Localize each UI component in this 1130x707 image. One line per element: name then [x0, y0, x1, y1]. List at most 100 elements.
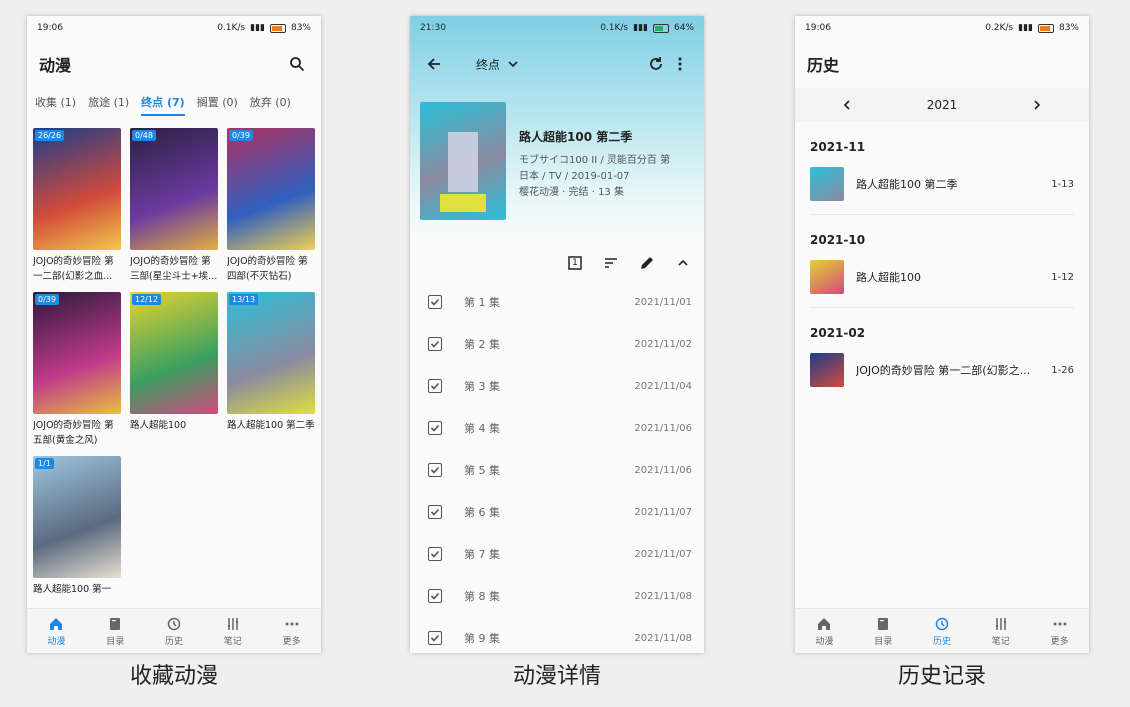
nav-item[interactable]: 目录 — [86, 609, 145, 653]
checkbox[interactable] — [428, 463, 442, 477]
history-group: 2021-11 路人超能100 第二季 1-13 — [795, 122, 1089, 215]
episode-date: 2021/11/06 — [634, 464, 692, 476]
anime-card[interactable]: 1/1 路人超能100 第一 — [33, 456, 121, 614]
anime-title: 路人超能100 第二季 — [519, 130, 633, 144]
nav-label: 动漫 — [47, 636, 66, 647]
nav-item[interactable]: 更多 — [1030, 609, 1089, 653]
status-dropdown-label: 终点 — [476, 57, 501, 72]
anime-card[interactable]: 26/26 JOJO的奇妙冒险 第一二部(幻影之血... — [33, 128, 121, 286]
home-icon — [48, 616, 64, 632]
episode-row[interactable]: 第 4 集 2021/11/06 — [410, 407, 704, 449]
episode-row[interactable]: 第 3 集 2021/11/04 — [410, 365, 704, 407]
anime-card[interactable]: 12/12 路人超能100 — [130, 292, 218, 450]
nav-label: 笔记 — [223, 636, 242, 647]
anime-card[interactable]: 0/39 JOJO的奇妙冒险 第五部(黄金之风) — [33, 292, 121, 450]
nav-item[interactable]: 动漫 — [795, 609, 854, 653]
refresh-icon[interactable] — [644, 52, 668, 76]
episode-title: 第 7 集 — [464, 548, 500, 561]
nav-item[interactable]: 动漫 — [27, 609, 86, 653]
tab-status[interactable]: 放弃 (0) — [250, 90, 291, 114]
nav-item[interactable]: 笔记 — [203, 609, 262, 653]
page-number-icon[interactable]: 1 — [564, 252, 586, 274]
checkbox[interactable] — [428, 295, 442, 309]
checkbox[interactable] — [428, 337, 442, 351]
tab-status[interactable]: 旅途 (1) — [88, 90, 129, 114]
anime-card[interactable]: 0/39 JOJO的奇妙冒险 第四部(不灭钻石) — [227, 128, 315, 286]
checkbox[interactable] — [428, 379, 442, 393]
check-icon — [430, 340, 440, 348]
history-item[interactable]: JOJO的奇妙冒险 第一二部(幻影之... 1-26 — [810, 350, 1074, 390]
history-item[interactable]: 路人超能100 第二季 1-13 — [810, 164, 1074, 204]
history-episodes: 1-13 — [1051, 178, 1074, 190]
episode-row[interactable]: 第 2 集 2021/11/02 — [410, 323, 704, 365]
episode-date: 2021/11/04 — [634, 380, 692, 392]
anime-card[interactable]: 13/13 路人超能100 第二季 — [227, 292, 315, 450]
anime-card[interactable]: 0/48 JOJO的奇妙冒险 第三部(星尘斗士+埃... — [130, 128, 218, 286]
network-speed: 0.1K/s — [217, 23, 246, 33]
chevron-left-icon[interactable] — [835, 93, 859, 117]
more-icon — [1052, 616, 1068, 632]
history-episodes: 1-12 — [1051, 271, 1074, 283]
nav-label: 历史 — [932, 636, 951, 647]
search-icon[interactable] — [285, 52, 309, 76]
checkbox[interactable] — [428, 547, 442, 561]
checkbox[interactable] — [428, 589, 442, 603]
checkbox[interactable] — [428, 631, 442, 645]
notes-icon — [993, 616, 1009, 632]
more-vert-icon[interactable] — [668, 52, 692, 76]
episode-row[interactable]: 第 5 集 2021/11/06 — [410, 449, 704, 491]
status-dropdown[interactable]: 终点 — [476, 56, 518, 73]
nav-item[interactable]: 更多 — [262, 609, 321, 653]
page-title: 动漫 — [39, 56, 72, 75]
tab-status[interactable]: 搁置 (0) — [197, 90, 238, 114]
anime-cover: 0/39 — [33, 292, 121, 414]
caption-history: 历史记录 — [897, 664, 986, 689]
episode-row[interactable]: 第 9 集 2021/11/08 — [410, 617, 704, 653]
bottom-nav: 动漫 目录 历史 笔记 更多 — [795, 608, 1089, 653]
anime-thumbnail — [810, 167, 844, 201]
episode-row[interactable]: 第 1 集 2021/11/01 — [410, 281, 704, 323]
anime-name: 路人超能100 第二季 — [227, 420, 315, 431]
episode-row[interactable]: 第 7 集 2021/11/07 — [410, 533, 704, 575]
caption-collection: 收藏动漫 — [129, 664, 218, 689]
episode-date: 2021/11/07 — [634, 506, 692, 518]
tab-status[interactable]: 收集 (1) — [35, 90, 76, 114]
episode-title: 第 4 集 — [464, 422, 500, 435]
history-icon — [166, 616, 182, 632]
check-icon — [430, 298, 440, 306]
nav-item[interactable]: 历史 — [913, 609, 972, 653]
episode-row[interactable]: 第 6 集 2021/11/07 — [410, 491, 704, 533]
nav-item[interactable]: 目录 — [854, 609, 913, 653]
checkbox[interactable] — [428, 505, 442, 519]
history-item[interactable]: 路人超能100 1-12 — [810, 257, 1074, 297]
check-icon — [430, 550, 440, 558]
progress-badge: 26/26 — [35, 130, 65, 141]
back-arrow-icon[interactable] — [422, 52, 446, 76]
page-number: 1 — [572, 258, 578, 268]
battery-icon — [1037, 23, 1054, 33]
edit-icon[interactable] — [636, 252, 658, 274]
check-icon — [430, 592, 440, 600]
app-bar: 动漫 — [27, 40, 321, 88]
anime-name: JOJO的奇妙冒险 第一二部(幻影之血... — [33, 256, 114, 282]
chevron-up-icon[interactable] — [672, 252, 694, 274]
check-icon — [430, 466, 440, 474]
episode-date: 2021/11/02 — [634, 338, 692, 350]
status-time: 21:30 — [420, 23, 446, 33]
battery-level: 83% — [1058, 23, 1079, 33]
history-icon — [934, 616, 950, 632]
anime-cover: 26/26 — [33, 128, 121, 250]
chevron-right-icon[interactable] — [1025, 93, 1049, 117]
detail-header: 21:30 0.1K/s ▮▮▮ 64% 终点 路人超能100 第二季 モブサイ… — [410, 16, 704, 241]
signal-icon: ▮▮▮ — [1018, 23, 1033, 33]
episode-date: 2021/11/07 — [634, 548, 692, 560]
status-bar: 21:30 0.1K/s ▮▮▮ 64% — [410, 16, 704, 40]
checkbox[interactable] — [428, 421, 442, 435]
tab-status[interactable]: 终点 (7) — [141, 90, 185, 116]
episode-row[interactable]: 第 8 集 2021/11/08 — [410, 575, 704, 617]
nav-item[interactable]: 历史 — [145, 609, 204, 653]
sort-icon[interactable] — [600, 252, 622, 274]
episode-title: 第 8 集 — [464, 590, 500, 603]
nav-item[interactable]: 笔记 — [971, 609, 1030, 653]
anime-grid: 26/26 JOJO的奇妙冒险 第一二部(幻影之血... 0/48 JOJO的奇妙冒险… — [33, 128, 317, 614]
